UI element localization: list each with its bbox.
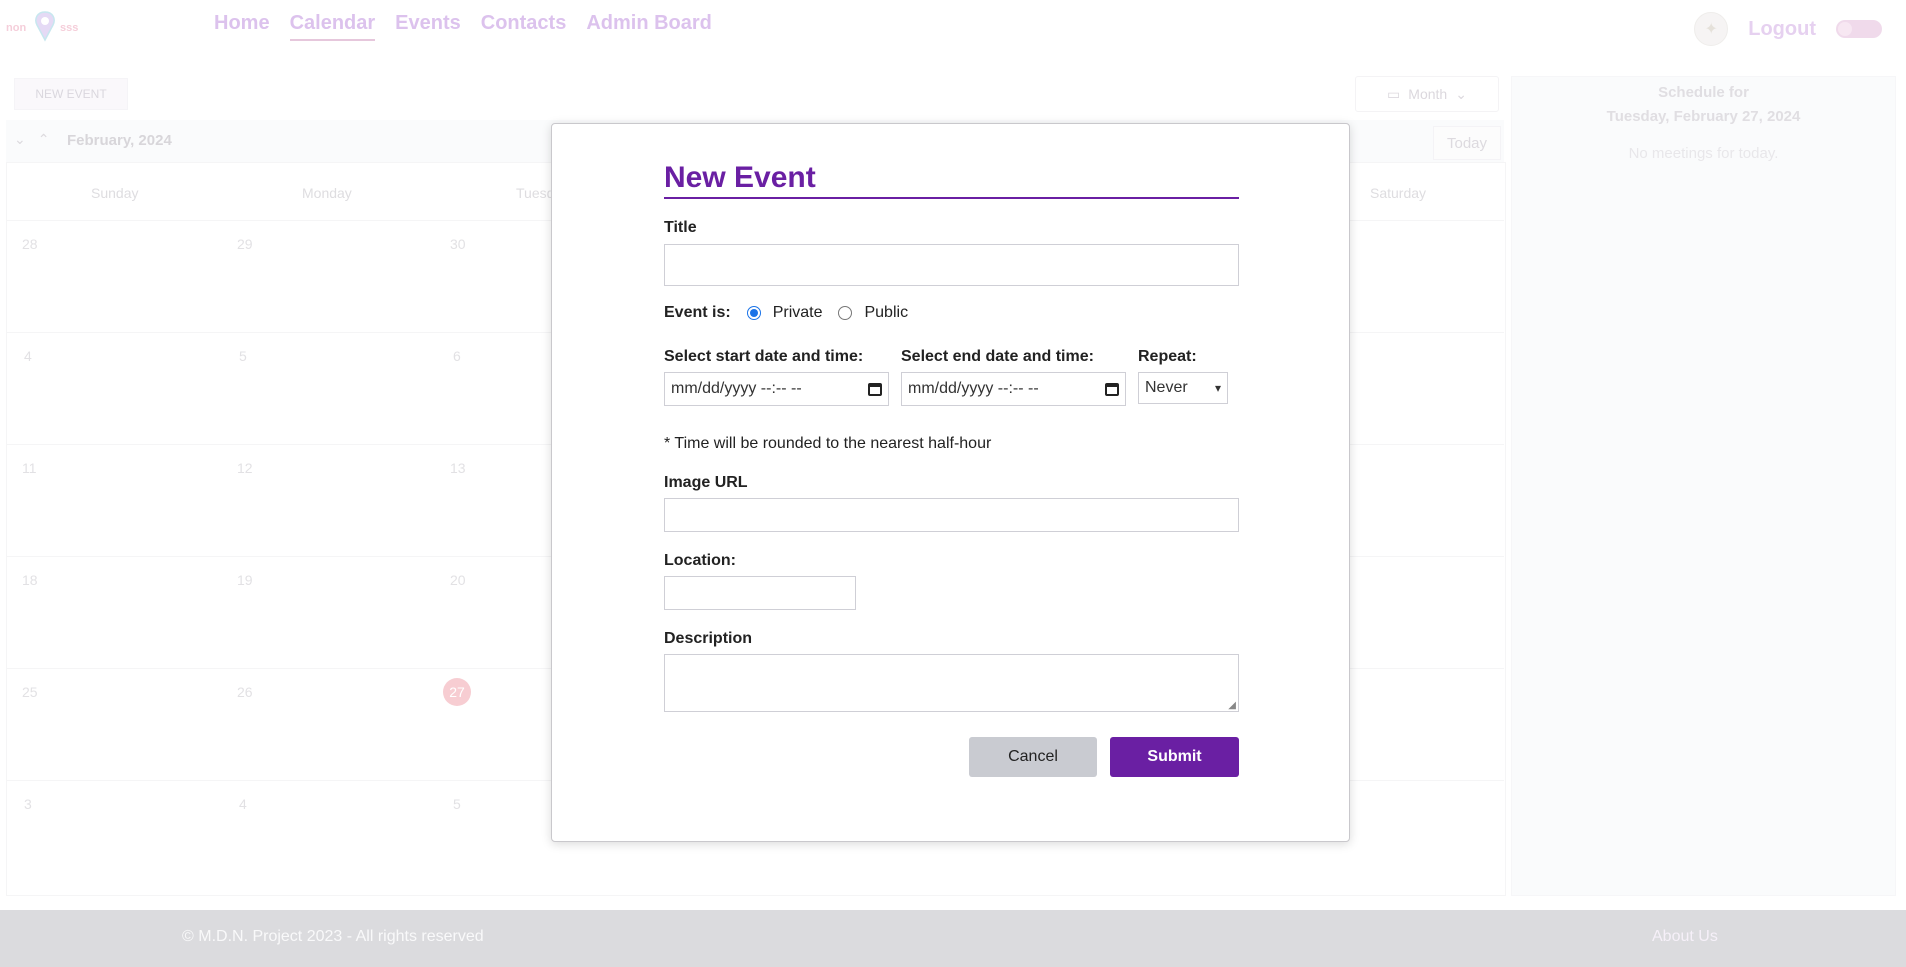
start-datetime-placeholder: mm/dd/yyyy --:-- -- (671, 380, 802, 397)
repeat-field-group: Repeat: Never ▾ (1138, 348, 1228, 406)
modal-title: New Event (664, 161, 1239, 199)
calendar-icon[interactable] (1105, 382, 1119, 396)
submit-button[interactable]: Submit (1110, 737, 1239, 777)
end-field-group: Select end date and time: mm/dd/yyyy --:… (901, 348, 1126, 406)
description-label: Description (664, 630, 753, 647)
title-label: Title (664, 219, 697, 236)
visibility-group: Event is: Private Public (664, 304, 1239, 322)
private-radio-label[interactable]: Private (773, 304, 823, 322)
repeat-select-value: Never (1145, 379, 1188, 396)
start-field-group: Select start date and time: mm/dd/yyyy -… (664, 348, 889, 406)
location-label: Location: (664, 552, 736, 569)
public-radio[interactable] (838, 306, 853, 320)
repeat-label: Repeat: (1138, 348, 1197, 365)
start-datetime-input[interactable]: mm/dd/yyyy --:-- -- (664, 372, 889, 406)
image-url-input[interactable] (664, 498, 1239, 532)
start-label: Select start date and time: (664, 348, 864, 365)
end-label: Select end date and time: (901, 348, 1094, 365)
rounding-note: * Time will be rounded to the nearest ha… (664, 435, 992, 452)
new-event-modal: New Event Title Event is: Private Public… (551, 123, 1350, 842)
cancel-button[interactable]: Cancel (969, 737, 1097, 777)
repeat-select[interactable]: Never ▾ (1138, 372, 1228, 404)
image-url-label: Image URL (664, 474, 748, 491)
private-radio[interactable] (746, 306, 761, 320)
new-event-form: New Event Title Event is: Private Public… (664, 161, 1239, 712)
end-datetime-placeholder: mm/dd/yyyy --:-- -- (908, 380, 1039, 397)
chevron-down-icon: ▾ (1214, 381, 1221, 395)
date-time-row: Select start date and time: mm/dd/yyyy -… (664, 348, 1239, 406)
event-is-label: Event is: (664, 304, 731, 321)
end-datetime-input[interactable]: mm/dd/yyyy --:-- -- (901, 372, 1126, 406)
calendar-icon[interactable] (868, 382, 882, 396)
location-input[interactable] (664, 576, 856, 610)
resize-handle-icon[interactable]: ◢ (1228, 700, 1236, 711)
title-input[interactable] (664, 244, 1239, 286)
public-radio-label[interactable]: Public (864, 304, 908, 322)
description-textarea[interactable]: ◢ (664, 654, 1239, 712)
